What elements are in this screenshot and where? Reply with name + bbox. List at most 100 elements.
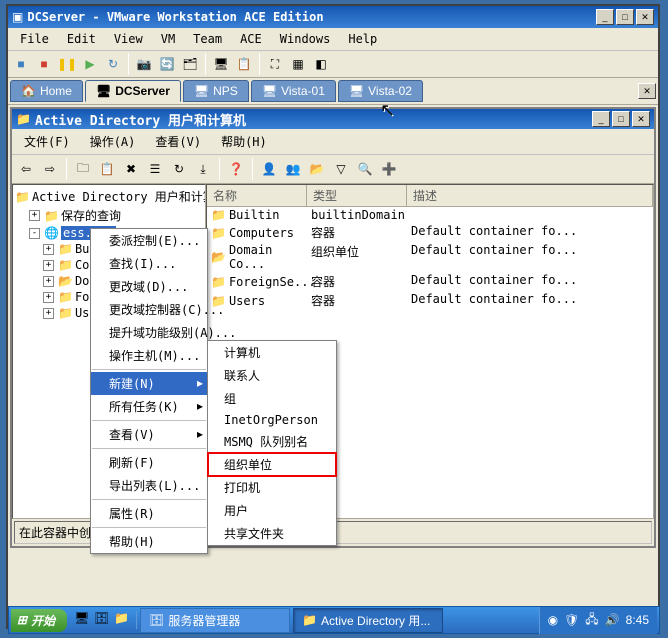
properties-icon[interactable]: ☰ bbox=[144, 158, 166, 180]
quick-switch-icon[interactable]: ▦ bbox=[287, 53, 309, 75]
col-name[interactable]: 名称 bbox=[207, 185, 307, 206]
maximize-button[interactable]: □ bbox=[616, 9, 634, 25]
network-icon[interactable]: 🖧 bbox=[585, 610, 598, 631]
sub-organizational-unit[interactable]: 组织单位 bbox=[208, 453, 336, 476]
unity-icon[interactable]: ◧ bbox=[310, 53, 332, 75]
reset-icon[interactable]: ↻ bbox=[102, 53, 124, 75]
list-row[interactable]: 📁Computers 容器 Default container fo... bbox=[207, 223, 653, 242]
home-tab[interactable]: 🏠 Home bbox=[10, 80, 83, 102]
menu-action[interactable]: 操作(A) bbox=[82, 131, 144, 152]
menu-file[interactable]: File bbox=[12, 30, 57, 48]
forward-icon[interactable]: ⇨ bbox=[39, 158, 61, 180]
menu-file[interactable]: 文件(F) bbox=[16, 131, 78, 152]
menu-vm[interactable]: VM bbox=[153, 30, 183, 48]
tab-vista01[interactable]: 🖥 Vista-01 bbox=[251, 80, 336, 102]
ctx-delegate[interactable]: 委派控制(E)... bbox=[91, 229, 207, 252]
sub-user[interactable]: 用户 bbox=[208, 499, 336, 522]
sub-group[interactable]: 组 bbox=[208, 387, 336, 410]
aduc-titlebar[interactable]: 📁 Active Directory 用户和计算机 _ □ ✕ bbox=[12, 109, 654, 129]
ctx-all-tasks[interactable]: 所有任务(K)▶ bbox=[91, 395, 207, 418]
aduc-close-button[interactable]: ✕ bbox=[632, 111, 650, 127]
sub-contact[interactable]: 联系人 bbox=[208, 364, 336, 387]
list-row[interactable]: 📁Builtin builtinDomain bbox=[207, 207, 653, 223]
sub-inetorgperson[interactable]: InetOrgPerson bbox=[208, 410, 336, 430]
find-icon[interactable]: 🔍 bbox=[354, 158, 376, 180]
menu-ace[interactable]: ACE bbox=[232, 30, 270, 48]
col-desc[interactable]: 描述 bbox=[407, 185, 653, 206]
ctx-raise-level[interactable]: 提升域功能级别(A)... bbox=[91, 321, 207, 344]
stop-icon[interactable]: ■ bbox=[33, 53, 55, 75]
ctx-change-domain[interactable]: 更改域(D)... bbox=[91, 275, 207, 298]
tree-saved-queries[interactable]: + 📁 保存的查询 bbox=[15, 206, 203, 225]
menu-edit[interactable]: Edit bbox=[59, 30, 104, 48]
show-console-icon[interactable]: 🖥 bbox=[210, 53, 232, 75]
refresh-icon[interactable]: ↻ bbox=[168, 158, 190, 180]
expand-icon[interactable]: + bbox=[29, 210, 40, 221]
power-off-icon[interactable]: ■ bbox=[10, 53, 32, 75]
expand-icon[interactable]: + bbox=[43, 260, 54, 271]
ctx-find[interactable]: 查找(I)... bbox=[91, 252, 207, 275]
tree-root[interactable]: 📁 Active Directory 用户和计算机 bbox=[15, 187, 203, 206]
snapshot-icon[interactable]: 📷 bbox=[133, 53, 155, 75]
explorer-icon[interactable]: 📁 bbox=[114, 611, 132, 629]
help-icon[interactable]: ❓ bbox=[225, 158, 247, 180]
col-type[interactable]: 类型 bbox=[307, 185, 407, 206]
tab-nps[interactable]: 🖥 NPS bbox=[183, 80, 249, 102]
export-icon[interactable]: ⤓ bbox=[192, 158, 214, 180]
ctx-new[interactable]: 新建(N)▶ bbox=[91, 372, 207, 395]
sub-shared-folder[interactable]: 共享文件夹 bbox=[208, 522, 336, 545]
collapse-icon[interactable]: - bbox=[29, 228, 40, 239]
cut-icon[interactable]: 📋 bbox=[96, 158, 118, 180]
new-ou-icon[interactable]: 📂 bbox=[306, 158, 328, 180]
ctx-refresh[interactable]: 刷新(F) bbox=[91, 451, 207, 474]
task-aduc[interactable]: 📁 Active Directory 用... bbox=[293, 608, 443, 633]
list-row[interactable]: 📂Domain Co... 组织单位 Default container fo.… bbox=[207, 242, 653, 272]
aduc-minimize-button[interactable]: _ bbox=[592, 111, 610, 127]
sub-msmq[interactable]: MSMQ 队列别名 bbox=[208, 430, 336, 453]
expand-icon[interactable]: + bbox=[43, 292, 54, 303]
start-button[interactable]: ⊞ 开始 bbox=[11, 609, 67, 632]
menu-view[interactable]: 查看(V) bbox=[147, 131, 209, 152]
add-icon[interactable]: ➕ bbox=[378, 158, 400, 180]
sub-computer[interactable]: 计算机 bbox=[208, 341, 336, 364]
ctx-properties[interactable]: 属性(R) bbox=[91, 502, 207, 525]
tray-icon[interactable]: ◉ bbox=[548, 613, 558, 627]
ctx-help[interactable]: 帮助(H) bbox=[91, 530, 207, 553]
manage-snapshot-icon[interactable]: 🗂 bbox=[179, 53, 201, 75]
show-desktop-icon[interactable]: 🖥 bbox=[74, 611, 92, 629]
menu-view[interactable]: View bbox=[106, 30, 151, 48]
tab-vista02[interactable]: 🖥 Vista-02 bbox=[338, 80, 423, 102]
tab-dcserver[interactable]: 🖥 DCServer bbox=[85, 80, 181, 102]
task-server-manager[interactable]: 🗄 服务器管理器 bbox=[140, 608, 290, 633]
filter-icon[interactable]: ▽ bbox=[330, 158, 352, 180]
ctx-masters[interactable]: 操作主机(M)... bbox=[91, 344, 207, 367]
tabs-close-button[interactable]: ✕ bbox=[638, 83, 656, 99]
clock[interactable]: 8:45 bbox=[626, 613, 649, 627]
ctx-export[interactable]: 导出列表(L)... bbox=[91, 474, 207, 497]
list-row[interactable]: 📁Users 容器 Default container fo... bbox=[207, 291, 653, 310]
server-manager-icon[interactable]: 🗄 bbox=[94, 611, 112, 629]
up-icon[interactable]: 🗀 bbox=[72, 158, 94, 180]
summary-icon[interactable]: 📋 bbox=[233, 53, 255, 75]
pause-icon[interactable]: ❚❚ bbox=[56, 53, 78, 75]
menu-help[interactable]: Help bbox=[340, 30, 385, 48]
new-user-icon[interactable]: 👤 bbox=[258, 158, 280, 180]
system-tray[interactable]: ◉ 🛡 🖧 🔊 8:45 bbox=[539, 607, 657, 634]
aduc-maximize-button[interactable]: □ bbox=[612, 111, 630, 127]
revert-icon[interactable]: 🔄 bbox=[156, 53, 178, 75]
tray-icon[interactable]: 🛡 bbox=[564, 613, 579, 627]
play-icon[interactable]: ▶ bbox=[79, 53, 101, 75]
expand-icon[interactable]: + bbox=[43, 308, 54, 319]
menu-team[interactable]: Team bbox=[185, 30, 230, 48]
close-button[interactable]: ✕ bbox=[636, 9, 654, 25]
menu-windows[interactable]: Windows bbox=[272, 30, 339, 48]
expand-icon[interactable]: + bbox=[43, 276, 54, 287]
minimize-button[interactable]: _ bbox=[596, 9, 614, 25]
expand-icon[interactable]: + bbox=[43, 244, 54, 255]
sub-printer[interactable]: 打印机 bbox=[208, 476, 336, 499]
new-group-icon[interactable]: 👥 bbox=[282, 158, 304, 180]
delete-icon[interactable]: ✖ bbox=[120, 158, 142, 180]
ctx-view[interactable]: 查看(V)▶ bbox=[91, 423, 207, 446]
ctx-change-dc[interactable]: 更改域控制器(C)... bbox=[91, 298, 207, 321]
back-icon[interactable]: ⇦ bbox=[15, 158, 37, 180]
